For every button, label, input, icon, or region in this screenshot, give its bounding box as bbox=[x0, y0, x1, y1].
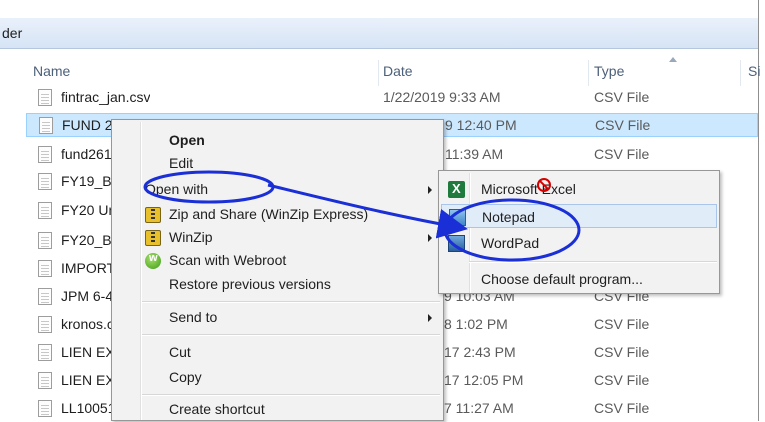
csv-file-icon bbox=[38, 173, 52, 190]
column-divider bbox=[588, 60, 589, 86]
menu-item-label: Scan with Webroot bbox=[169, 252, 287, 268]
file-date: 8 1:02 PM bbox=[444, 316, 508, 332]
menu-separator bbox=[142, 334, 440, 336]
menu-item-edit[interactable]: Edit bbox=[114, 152, 441, 176]
winzip-icon bbox=[145, 230, 161, 246]
menu-item-restore[interactable]: Restore previous versions bbox=[114, 273, 441, 297]
column-header-type[interactable]: Type bbox=[594, 63, 624, 85]
submenu-arrow-icon bbox=[428, 186, 432, 194]
file-type: CSV File bbox=[594, 344, 650, 360]
menu-item-webroot[interactable]: Scan with Webroot bbox=[114, 249, 441, 273]
file-date: 17 2:43 PM bbox=[444, 344, 516, 360]
file-name: fintrac_jan.csv bbox=[61, 89, 151, 105]
menu-item-label: Send to bbox=[169, 309, 218, 325]
winzip-icon bbox=[145, 207, 161, 223]
csv-file-icon bbox=[38, 344, 52, 361]
csv-file-icon bbox=[38, 89, 52, 106]
webroot-icon bbox=[145, 252, 161, 269]
address-bar[interactable]: der bbox=[0, 18, 758, 49]
file-type: CSV File bbox=[594, 89, 650, 105]
wordpad-icon bbox=[448, 235, 465, 252]
column-header-date[interactable]: Date bbox=[383, 63, 413, 85]
file-type: CSV File bbox=[594, 316, 650, 332]
menu-item-label: Cut bbox=[169, 344, 191, 360]
menu-item-cut[interactable]: Cut bbox=[114, 341, 441, 365]
menu-item-label: WordPad bbox=[481, 235, 540, 251]
no-symbol-icon bbox=[537, 178, 551, 192]
menu-item-label: Choose default program... bbox=[481, 271, 643, 287]
submenu-item-choose-default[interactable]: Choose default program... bbox=[441, 267, 717, 291]
menu-item-label: Edit bbox=[169, 155, 194, 171]
address-path: der bbox=[2, 25, 23, 41]
file-date: 7 11:27 AM bbox=[444, 400, 514, 416]
csv-file-icon bbox=[38, 260, 52, 277]
title-strip bbox=[0, 0, 758, 19]
menu-separator bbox=[142, 301, 440, 303]
file-date: 11:39 AM bbox=[445, 146, 504, 162]
menu-item-label: Create shortcut bbox=[169, 401, 265, 417]
csv-file-icon bbox=[38, 316, 52, 333]
file-type: CSV File bbox=[594, 372, 650, 388]
file-type: CSV File bbox=[594, 400, 650, 416]
context-menu: Open Edit Open with Zip and Share (WinZi… bbox=[111, 119, 444, 421]
open-with-submenu: Microsoft Excel Notepad WordPad Choose d… bbox=[438, 170, 720, 294]
menu-item-zip-share[interactable]: Zip and Share (WinZip Express) bbox=[114, 203, 441, 227]
menu-item-copy[interactable]: Copy bbox=[114, 366, 441, 390]
csv-file-icon bbox=[39, 117, 53, 134]
csv-file-icon bbox=[38, 232, 52, 249]
column-header-size[interactable]: Si bbox=[748, 63, 760, 85]
column-header-name[interactable]: Name bbox=[33, 63, 70, 85]
file-type: CSV File bbox=[595, 117, 651, 133]
csv-file-icon bbox=[38, 146, 52, 163]
csv-file-icon bbox=[38, 400, 52, 417]
excel-icon bbox=[448, 181, 465, 198]
menu-item-winzip[interactable]: WinZip bbox=[114, 226, 441, 250]
menu-item-label: Notepad bbox=[482, 209, 535, 225]
csv-file-icon bbox=[38, 288, 52, 305]
file-date: 1/22/2019 9:33 AM bbox=[383, 89, 501, 105]
csv-file-icon bbox=[38, 202, 52, 219]
file-date: 9 12:40 PM bbox=[445, 117, 517, 133]
notepad-icon bbox=[449, 209, 466, 226]
submenu-item-wordpad[interactable]: WordPad bbox=[441, 231, 717, 255]
menu-item-label: Copy bbox=[169, 369, 202, 385]
column-divider bbox=[378, 60, 379, 86]
menu-separator bbox=[142, 394, 440, 396]
submenu-arrow-icon bbox=[428, 314, 432, 322]
menu-item-open[interactable]: Open bbox=[114, 129, 441, 153]
menu-item-label: Open bbox=[169, 132, 205, 148]
menu-item-label: Zip and Share (WinZip Express) bbox=[169, 206, 369, 222]
menu-item-send-to[interactable]: Send to bbox=[114, 306, 441, 330]
column-divider bbox=[740, 60, 741, 86]
file-type: CSV File bbox=[594, 146, 650, 162]
menu-item-label: Restore previous versions bbox=[169, 276, 331, 292]
submenu-arrow-icon bbox=[428, 234, 432, 242]
submenu-item-excel[interactable]: Microsoft Excel bbox=[441, 177, 717, 201]
menu-separator bbox=[469, 261, 717, 263]
menu-item-label: Open with bbox=[145, 181, 209, 197]
menu-item-open-with[interactable]: Open with bbox=[114, 178, 441, 202]
menu-item-label: Microsoft Excel bbox=[481, 181, 576, 197]
menu-item-create-shortcut[interactable]: Create shortcut bbox=[114, 398, 441, 422]
file-date: 17 12:05 PM bbox=[444, 372, 524, 388]
menu-item-label: WinZip bbox=[169, 229, 213, 245]
sort-ascending-icon bbox=[669, 57, 677, 62]
csv-file-icon bbox=[38, 372, 52, 389]
submenu-item-notepad[interactable]: Notepad bbox=[441, 204, 717, 228]
file-row[interactable]: fintrac_jan.csv 1/22/2019 9:33 AM CSV Fi… bbox=[26, 86, 758, 110]
